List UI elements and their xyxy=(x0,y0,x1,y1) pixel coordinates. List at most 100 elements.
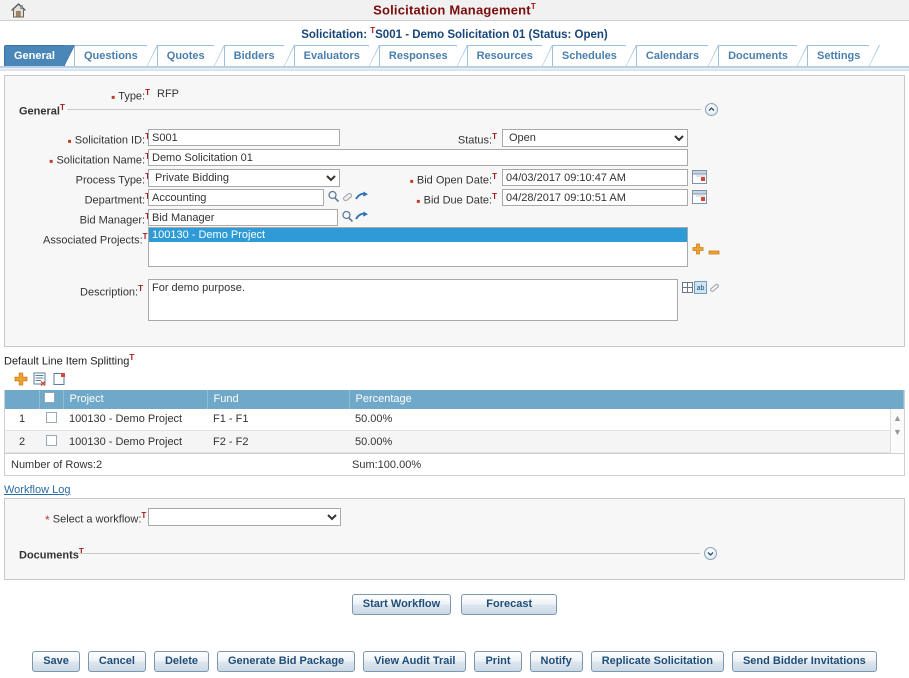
plus-icon[interactable] xyxy=(692,243,704,258)
type-value: RFP xyxy=(157,88,179,100)
required-marker: ▪ xyxy=(409,173,414,188)
delete-button[interactable]: Delete xyxy=(153,651,209,672)
solicitation-id-input[interactable] xyxy=(148,129,340,146)
spellcheck-icon[interactable]: ab xyxy=(694,281,707,297)
print-button[interactable]: Print xyxy=(474,651,522,672)
workflow-log-link[interactable]: Workflow Log xyxy=(4,484,70,496)
bid-due-date-label: ▪ Bid Due Date:T xyxy=(403,192,497,207)
bid-due-date-input[interactable] xyxy=(502,189,688,206)
bid-open-date-label-text: Bid Open Date: xyxy=(416,174,493,187)
documents-group-title: Documents xyxy=(19,549,79,562)
general-group-rule xyxy=(67,109,701,110)
tab-underline xyxy=(0,66,909,71)
status-mark: T xyxy=(492,132,497,141)
calendar-icon[interactable] xyxy=(692,189,707,207)
cell-percentage: 50.00% xyxy=(349,408,904,432)
type-mark: T xyxy=(145,88,150,97)
view-audit-trail-button[interactable]: View Audit Trail xyxy=(363,651,467,672)
process-type-select[interactable]: Private Bidding xyxy=(148,169,340,187)
process-type-label: Process Type:T xyxy=(45,172,150,187)
breadcrumb: Solicitation: TS001 - Demo Solicitation … xyxy=(0,21,909,43)
general-group-title: General xyxy=(19,105,60,118)
eraser-icon[interactable] xyxy=(341,190,354,206)
general-group-mark: T xyxy=(59,103,65,112)
required-marker: ▪ xyxy=(67,133,72,148)
description-textarea[interactable] xyxy=(148,279,678,321)
tab-bidders[interactable]: Bidders xyxy=(223,45,295,67)
row-checkbox-cell xyxy=(39,430,63,454)
process-type-label-text: Process Type: xyxy=(75,174,146,187)
copy-row-icon[interactable] xyxy=(53,372,68,390)
solicitation-management-page: Solicitation Management T Solicitation: T… xyxy=(0,0,909,678)
workflow-select[interactable] xyxy=(148,508,341,527)
general-form-panel: ▪ Type:T RFP GeneralT ▪ Solicitation ID:… xyxy=(4,75,905,347)
row-checkbox[interactable] xyxy=(45,434,57,446)
col-percentage: Percentage xyxy=(349,389,904,409)
table-row[interactable]: 2 100130 - Demo Project F2 - F2 50.00% xyxy=(5,430,904,454)
general-group-legend: GeneralT xyxy=(19,103,69,118)
cancel-button[interactable]: Cancel xyxy=(87,651,146,672)
type-label: ▪ Type:T xyxy=(65,88,150,103)
bid-manager-input[interactable] xyxy=(148,209,338,226)
arrow-right-icon[interactable] xyxy=(355,210,369,226)
solicitation-name-label-text: Solicitation Name: xyxy=(56,154,146,167)
bid-due-date-mark: T xyxy=(492,192,497,201)
table-header-row: Project Fund Percentage xyxy=(5,389,904,409)
tab-settings[interactable]: Settings xyxy=(807,45,881,67)
search-icon[interactable] xyxy=(327,190,340,206)
svg-text:ab: ab xyxy=(697,285,705,292)
workflow-action-buttons: Start Workflow Forecast xyxy=(0,594,909,615)
documents-group-legend: DocumentsT xyxy=(19,547,88,562)
calendar-icon[interactable] xyxy=(692,169,707,187)
status-select[interactable]: Open xyxy=(502,129,688,147)
bid-manager-label: Bid Manager:T xyxy=(47,212,150,227)
department-label: Department:T xyxy=(50,192,150,207)
workflow-log-link-wrap: Workflow Log xyxy=(4,484,909,496)
collapse-general-icon[interactable] xyxy=(705,103,718,116)
pencil-icon[interactable] xyxy=(708,282,720,297)
table-row[interactable]: 1 100130 - Demo Project F1 - F1 50.00% xyxy=(5,408,904,432)
associated-projects-label: Associated Projects:T xyxy=(43,232,148,247)
splitting-grid: Project Fund Percentage 1 100130 - Demo P… xyxy=(4,389,905,477)
associated-projects-mark: T xyxy=(142,232,148,241)
delete-row-icon[interactable] xyxy=(33,372,48,390)
send-bidder-invitations-button[interactable]: Send Bidder Invitations xyxy=(731,651,877,672)
select-all-checkbox[interactable] xyxy=(43,392,55,404)
tab-quotes[interactable]: Quotes xyxy=(156,45,225,67)
minus-icon[interactable] xyxy=(708,247,720,259)
scroll-down-icon[interactable]: ▼ xyxy=(891,423,904,437)
department-input[interactable] xyxy=(148,189,324,206)
grid-scroll-controls[interactable]: ▲ ▼ xyxy=(890,408,904,454)
associated-projects-listbox[interactable]: 100130 - Demo Project xyxy=(148,227,688,267)
tab-calendars[interactable]: Calendars xyxy=(635,45,720,67)
arrow-right-icon[interactable] xyxy=(355,190,369,206)
add-row-icon[interactable] xyxy=(14,372,28,389)
tab-evaluators[interactable]: Evaluators xyxy=(293,45,381,67)
start-workflow-button[interactable]: Start Workflow xyxy=(351,594,452,615)
save-button[interactable]: Save xyxy=(32,651,80,672)
solicitation-id-label: ▪ Solicitation ID:T xyxy=(25,132,150,147)
list-item[interactable]: 100130 - Demo Project xyxy=(149,228,687,242)
tab-responses[interactable]: Responses xyxy=(378,45,468,67)
splitting-section-title: Default Line Item SplittingT xyxy=(4,353,909,368)
cell-project: 100130 - Demo Project xyxy=(63,430,207,454)
expand-documents-icon[interactable] xyxy=(704,547,717,561)
forecast-button[interactable]: Forecast xyxy=(461,594,558,615)
scroll-up-icon[interactable]: ▲ xyxy=(891,409,904,423)
solicitation-name-input[interactable] xyxy=(148,149,688,166)
generate-bid-package-button[interactable]: Generate Bid Package xyxy=(217,651,356,672)
table-icon[interactable] xyxy=(682,282,693,296)
search-icon[interactable] xyxy=(341,210,354,226)
row-count: Number of Rows:2 xyxy=(11,459,103,472)
tab-resources[interactable]: Resources xyxy=(466,45,554,67)
tab-general[interactable]: General xyxy=(4,45,75,67)
row-checkbox[interactable] xyxy=(45,412,57,424)
bid-open-date-input[interactable] xyxy=(502,169,688,186)
row-number: 1 xyxy=(5,408,39,432)
page-title-text: Solicitation Management xyxy=(373,2,531,18)
notify-button[interactable]: Notify xyxy=(529,651,583,672)
replicate-solicitation-button[interactable]: Replicate Solicitation xyxy=(590,651,724,672)
tab-questions[interactable]: Questions xyxy=(73,45,158,67)
tab-schedules[interactable]: Schedules xyxy=(551,45,637,67)
tab-documents[interactable]: Documents xyxy=(718,45,808,67)
